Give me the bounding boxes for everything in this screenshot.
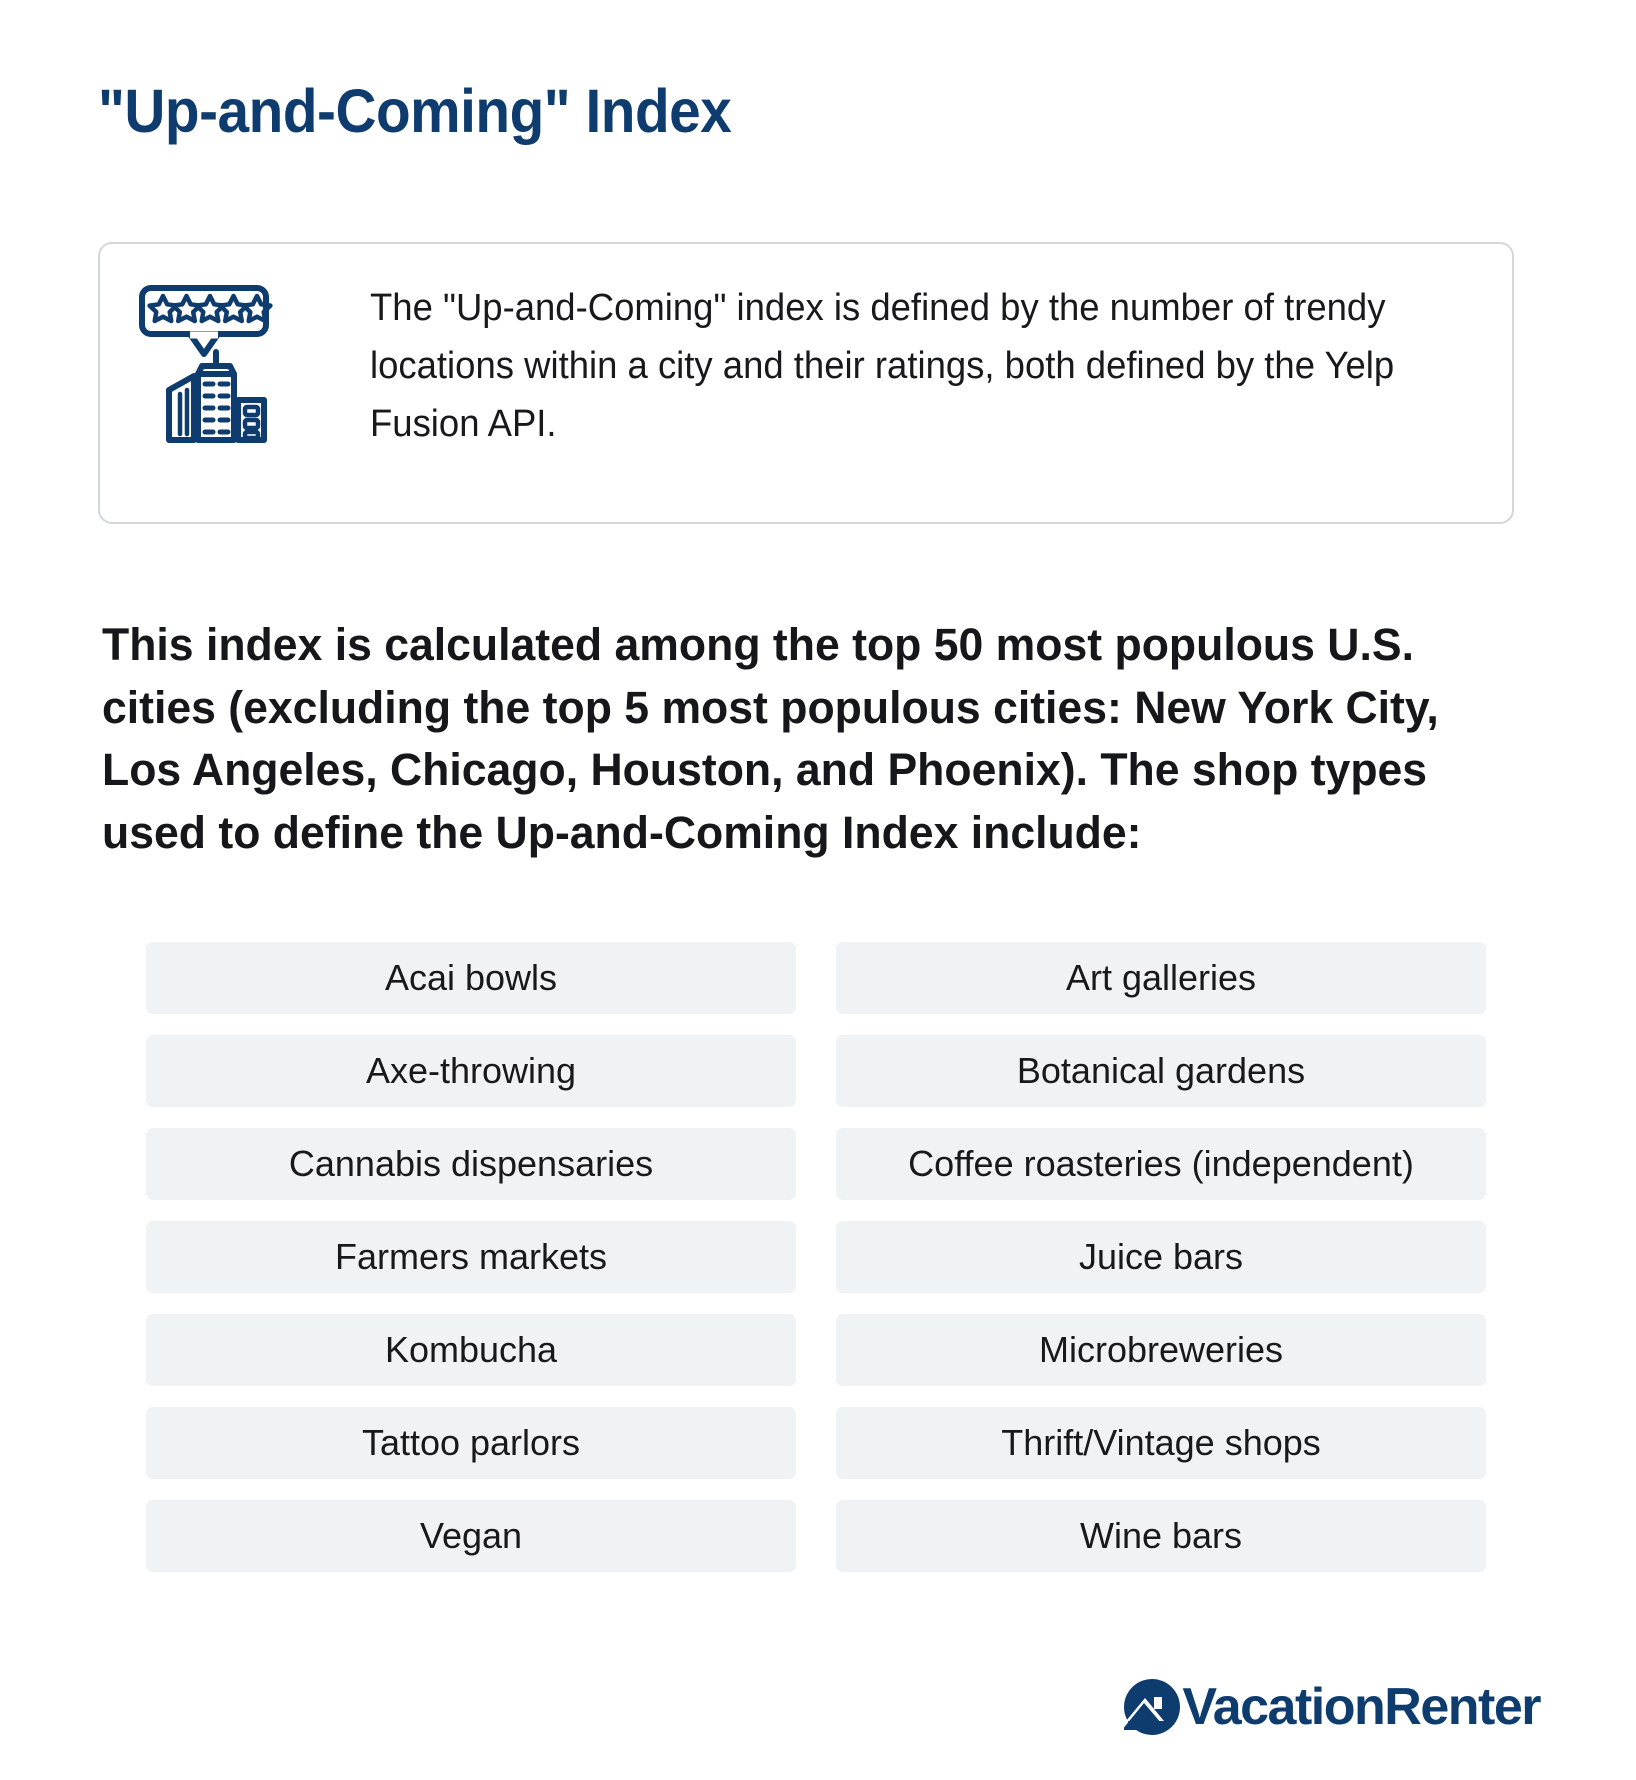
shop-type-item: Juice bars <box>836 1221 1486 1293</box>
shop-type-item: Vegan <box>146 1500 796 1572</box>
shop-type-item: Coffee roasteries (independent) <box>836 1128 1486 1200</box>
shop-type-item: Microbreweries <box>836 1314 1486 1386</box>
five-star-rating-city-buildings-icon <box>136 282 284 447</box>
definition-text: The "Up-and-Coming" index is defined by … <box>370 287 1395 445</box>
vacationrenter-house-mountain-circle-icon <box>1122 1679 1181 1735</box>
shop-type-item: Wine bars <box>836 1500 1486 1572</box>
shop-types-grid: Acai bowls Art galleries Axe-throwing Bo… <box>146 942 1486 1572</box>
logo-wordmark: VacationRenter <box>1182 1678 1541 1736</box>
shop-type-item: Art galleries <box>836 942 1486 1014</box>
page-title: "Up-and-Coming" Index <box>98 77 732 145</box>
shop-type-item: Axe-throwing <box>146 1035 796 1107</box>
shop-type-item: Thrift/Vintage shops <box>836 1407 1486 1479</box>
shop-type-item: Tattoo parlors <box>146 1407 796 1479</box>
shop-type-item: Botanical gardens <box>836 1035 1486 1107</box>
shop-type-item: Kombucha <box>146 1314 796 1386</box>
methodology-paragraph: This index is calculated among the top 5… <box>102 619 1439 858</box>
vacationrenter-logo: VacationRenter <box>1122 1676 1541 1738</box>
shop-type-item: Cannabis dispensaries <box>146 1128 796 1200</box>
definition-card: The "Up-and-Coming" index is defined by … <box>98 242 1514 524</box>
shop-type-item: Acai bowls <box>146 942 796 1014</box>
shop-type-item: Farmers markets <box>146 1221 796 1293</box>
logo-word-renter: Renter <box>1384 1678 1541 1736</box>
infographic-page: "Up-and-Coming" Index The "Up-and-Coming… <box>0 0 1636 1780</box>
logo-word-vacation: Vacation <box>1182 1678 1385 1736</box>
